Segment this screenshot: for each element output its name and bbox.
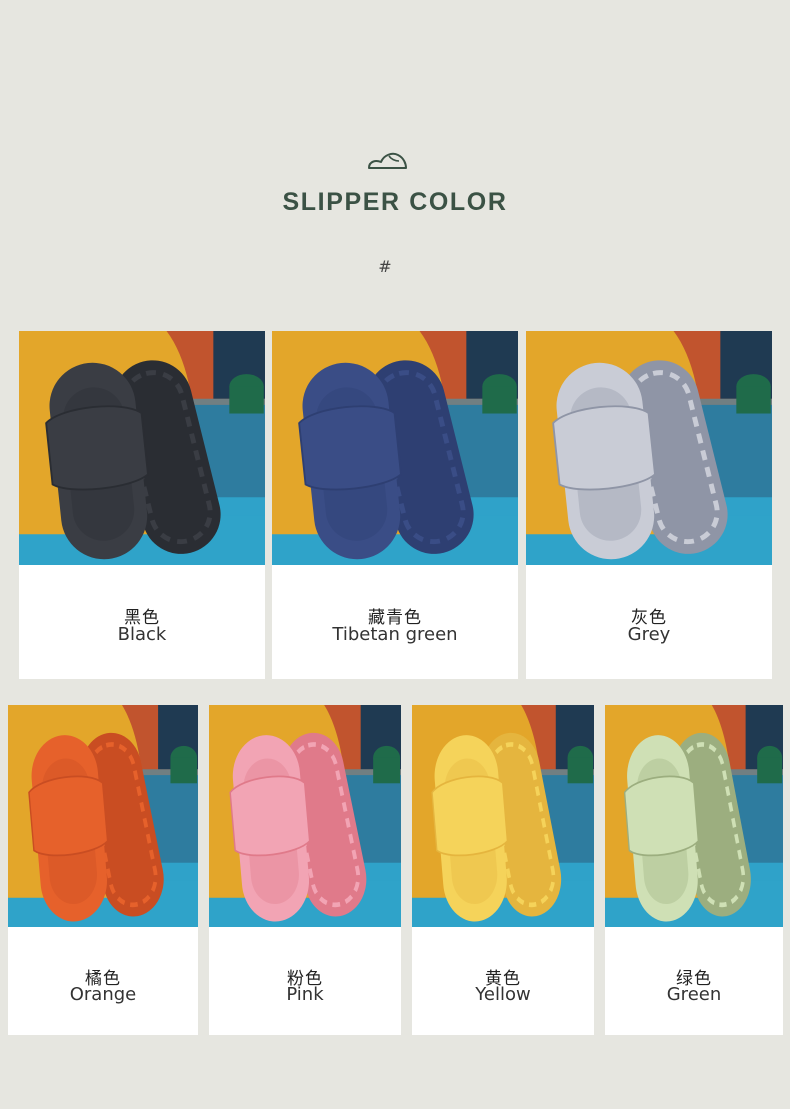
color-name-en: Black <box>117 624 167 645</box>
color-name-en: Tibetan green <box>332 624 458 645</box>
product-card-yellow[interactable]: 黄色 Yellow <box>412 705 594 1035</box>
page-title: SLIPPER COLOR <box>282 188 508 216</box>
product-card-green[interactable]: 绿色 Green <box>605 705 783 1035</box>
color-name-en: Green <box>666 984 722 1005</box>
slipper-pair-illustration <box>8 705 198 927</box>
product-card-black[interactable]: 黑色 Black <box>19 331 265 679</box>
slipper-pair-illustration <box>272 331 518 565</box>
product-card-tibetan-green[interactable]: 藏青色 Tibetan green <box>272 331 518 679</box>
product-photo <box>209 705 401 927</box>
color-name-en: Pink <box>286 984 324 1005</box>
hash-mark: # <box>378 257 392 276</box>
product-photo <box>412 705 594 927</box>
product-card-grey[interactable]: 灰色 Grey <box>526 331 772 679</box>
product-photo <box>526 331 772 565</box>
color-name-en: Grey <box>627 624 671 645</box>
color-name-en: Yellow <box>475 984 531 1005</box>
product-photo <box>8 705 198 927</box>
product-card-orange[interactable]: 橘色 Orange <box>8 705 198 1035</box>
product-photo <box>272 331 518 565</box>
product-card-pink[interactable]: 粉色 Pink <box>209 705 401 1035</box>
slipper-outline-icon <box>368 152 407 169</box>
slipper-pair-illustration <box>412 705 594 927</box>
slipper-pair-illustration <box>209 705 401 927</box>
product-photo <box>605 705 783 927</box>
product-photo <box>19 331 265 565</box>
slipper-pair-illustration <box>605 705 783 927</box>
slipper-pair-illustration <box>19 331 265 565</box>
slipper-pair-illustration <box>526 331 772 565</box>
color-name-en: Orange <box>69 984 137 1005</box>
